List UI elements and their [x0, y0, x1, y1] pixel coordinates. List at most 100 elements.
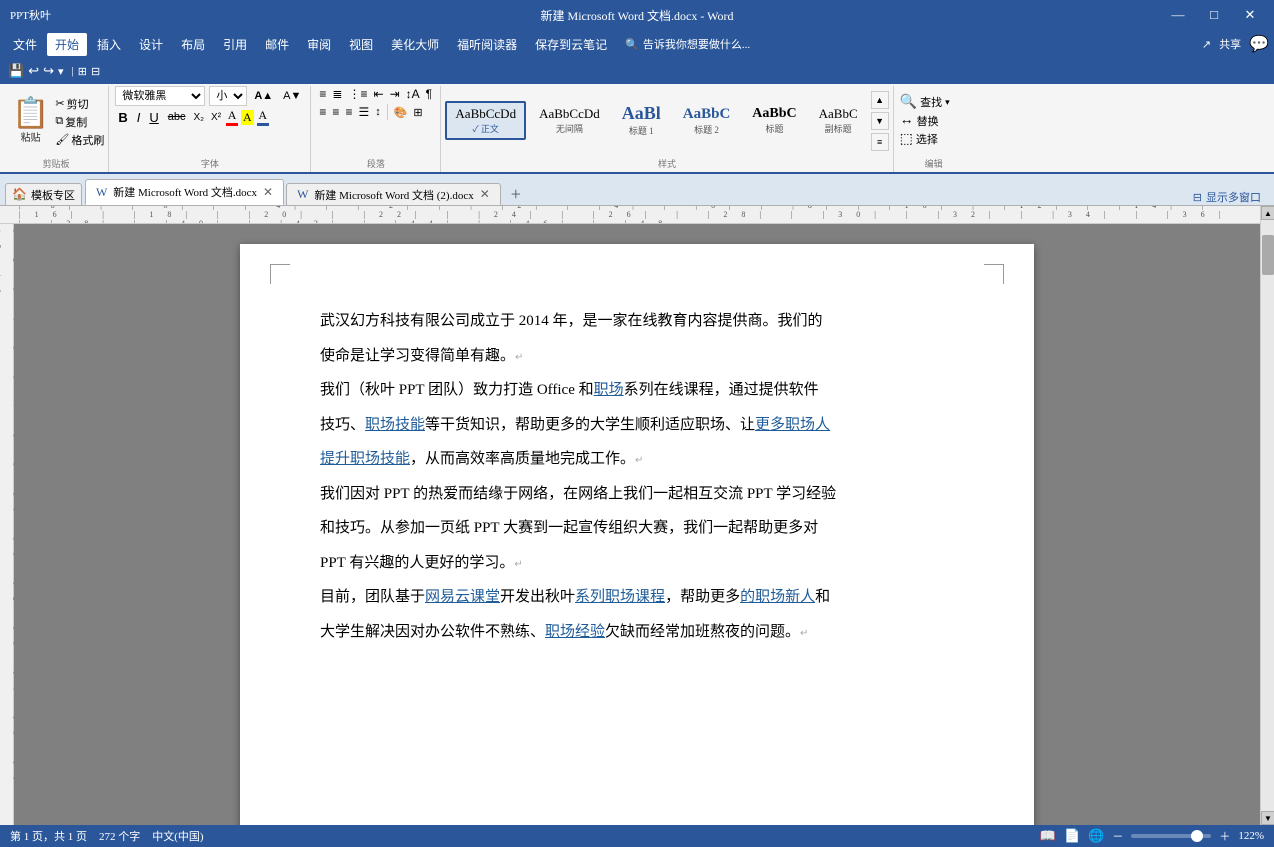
- app-name: PPT秋叶: [10, 7, 51, 23]
- qat-undo[interactable]: ↩: [28, 63, 39, 79]
- ruler-numbers: | 8| | | 6| | | 4| | | 2| | | |2| | |4| …: [19, 206, 1255, 224]
- replace-button[interactable]: ↔替换: [900, 113, 968, 129]
- underline-button[interactable]: U: [146, 109, 161, 126]
- copy-button[interactable]: ⧉复制: [55, 114, 104, 130]
- increase-indent-button[interactable]: ⇥: [388, 86, 402, 102]
- menu-reader[interactable]: 福听阅读器: [449, 33, 525, 56]
- italic-button[interactable]: I: [134, 109, 144, 126]
- style-heading[interactable]: AaBbC 标题: [743, 102, 805, 140]
- web-layout-button[interactable]: 🌐: [1088, 828, 1104, 844]
- minimize-button[interactable]: —: [1164, 5, 1192, 25]
- menu-references[interactable]: 引用: [215, 33, 255, 56]
- styles-up[interactable]: ▲: [871, 91, 889, 109]
- paragraph-5: 提升职场技能，从而高效率高质量地完成工作。↵: [320, 442, 954, 477]
- menu-file[interactable]: 文件: [5, 33, 45, 56]
- menu-review[interactable]: 审阅: [299, 33, 339, 56]
- menu-cloud-save[interactable]: 保存到云笔记: [527, 33, 615, 56]
- menu-beautify[interactable]: 美化大师: [383, 33, 447, 56]
- qat-customize[interactable]: ▾: [58, 65, 64, 78]
- tab-bar: 🏠 模板专区 W 新建 Microsoft Word 文档.docx ✕ W 新…: [0, 174, 1274, 206]
- align-center-button[interactable]: ≡: [330, 104, 341, 120]
- align-left-button[interactable]: ≡: [317, 104, 328, 120]
- qat-extra[interactable]: ⊞: [78, 65, 87, 78]
- comment-icon[interactable]: 💬: [1249, 34, 1269, 54]
- style-normal[interactable]: AaBbCcDd ✓ 正文: [445, 101, 526, 140]
- templates-area[interactable]: 🏠 模板专区: [5, 183, 82, 205]
- subscript-button[interactable]: X₂: [191, 111, 206, 124]
- page-count: 第 1 页，共 1 页: [10, 828, 87, 844]
- tab1-close[interactable]: ✕: [263, 185, 273, 200]
- paragraph-9: 目前，团队基于网易云课堂开发出秋叶系列职场课程，帮助更多的职场新人和: [320, 580, 954, 615]
- display-windows-button[interactable]: ⊟ 显示多窗口: [1185, 189, 1269, 205]
- display-windows-label: 显示多窗口: [1206, 189, 1261, 205]
- qat-save[interactable]: 💾: [8, 63, 24, 79]
- scroll-down-button[interactable]: ▼: [1261, 811, 1274, 825]
- align-right-button[interactable]: ≡: [343, 104, 354, 120]
- share-label[interactable]: 共享: [1219, 36, 1241, 52]
- language: 中文(中国): [152, 828, 203, 844]
- zoom-plus[interactable]: ＋: [1219, 828, 1230, 844]
- font-name-select[interactable]: 微软雅黑: [115, 86, 205, 106]
- superscript-button[interactable]: X²: [209, 111, 223, 124]
- highlight-color-button[interactable]: A: [241, 110, 254, 125]
- shading-button[interactable]: 🎨: [392, 105, 410, 120]
- select-button[interactable]: ⬚选择: [900, 131, 968, 148]
- format-painter-button[interactable]: 🖌格式刷: [55, 132, 104, 148]
- menu-insert[interactable]: 插入: [89, 33, 129, 56]
- style-no-spacing[interactable]: AaBbCcDd 无间隔: [530, 102, 609, 139]
- border-button[interactable]: ⊞: [411, 105, 424, 120]
- styles-more[interactable]: ≡: [871, 133, 889, 151]
- style-heading1[interactable]: AaBl 标题 1: [613, 100, 670, 141]
- font-size-select[interactable]: 小四 四 三 小三: [209, 86, 247, 106]
- styles-down[interactable]: ▼: [871, 112, 889, 130]
- maximize-button[interactable]: □: [1200, 5, 1228, 25]
- corner-tr: [984, 264, 1004, 284]
- zoom-slider[interactable]: [1131, 834, 1211, 838]
- bullets-button[interactable]: ≡: [317, 86, 328, 102]
- search-icon: 🔍: [625, 38, 639, 51]
- menu-design[interactable]: 设计: [131, 33, 171, 56]
- status-right: 📖 📄 🌐 － ＋ 122%: [1040, 828, 1264, 844]
- close-button[interactable]: ✕: [1236, 5, 1264, 25]
- read-mode-button[interactable]: 📖: [1040, 828, 1056, 844]
- menu-view[interactable]: 视图: [341, 33, 381, 56]
- line-spacing-button[interactable]: ↕: [373, 105, 383, 119]
- find-button[interactable]: 🔍查找▾: [900, 94, 968, 111]
- tab2-close[interactable]: ✕: [480, 187, 490, 202]
- sort-button[interactable]: ↕A: [404, 86, 422, 102]
- menu-layout[interactable]: 布局: [173, 33, 213, 56]
- tab-doc2[interactable]: W 新建 Microsoft Word 文档 (2).docx ✕: [286, 183, 501, 205]
- zoom-thumb: [1191, 830, 1203, 842]
- cut-button[interactable]: ✂剪切: [55, 96, 104, 112]
- style-subtitle[interactable]: AaBbC 副标题: [810, 102, 867, 139]
- qat-extra2[interactable]: ⊟: [91, 65, 100, 78]
- decrease-font-button[interactable]: A▼: [280, 89, 304, 103]
- print-layout-button[interactable]: 📄: [1064, 828, 1080, 844]
- text-shading-button[interactable]: A: [257, 108, 269, 126]
- menu-home[interactable]: 开始: [47, 33, 87, 56]
- paragraph-1: 武汉幻方科技有限公司成立于 2014 年，是一家在线教育内容提供商。我们的: [320, 304, 954, 339]
- new-tab-button[interactable]: +: [503, 183, 529, 205]
- justify-button[interactable]: ☰: [356, 104, 371, 120]
- tab-doc1[interactable]: W 新建 Microsoft Word 文档.docx ✕: [85, 179, 284, 205]
- paste-button[interactable]: 📋 粘贴: [8, 97, 53, 146]
- tab2-word-icon: W: [297, 187, 308, 202]
- style-heading2[interactable]: AaBbC 标题 2: [674, 101, 740, 140]
- scroll-up-button[interactable]: ▲: [1261, 206, 1274, 220]
- qat-redo[interactable]: ↪: [43, 63, 54, 79]
- tell-me-bar[interactable]: 🔍 告诉我你想要做什么...: [625, 36, 750, 52]
- vertical-scrollbar[interactable]: ▲ ▼: [1260, 206, 1274, 825]
- numbering-button[interactable]: ≣: [330, 86, 344, 102]
- share-icon: ↗: [1202, 38, 1211, 51]
- menu-mailings[interactable]: 邮件: [257, 33, 297, 56]
- multilevel-list-button[interactable]: ⋮≡: [346, 86, 369, 102]
- bold-button[interactable]: B: [115, 109, 130, 126]
- document-scroll[interactable]: 武汉幻方科技有限公司成立于 2014 年，是一家在线教育内容提供商。我们的 使命…: [14, 224, 1260, 825]
- scroll-thumb[interactable]: [1262, 235, 1274, 275]
- zoom-minus[interactable]: －: [1112, 828, 1123, 844]
- increase-font-button[interactable]: A▲: [251, 89, 276, 103]
- show-marks-button[interactable]: ¶: [424, 86, 434, 102]
- strikethrough-button[interactable]: abc: [165, 110, 189, 124]
- font-color-button[interactable]: A: [226, 108, 238, 126]
- decrease-indent-button[interactable]: ⇤: [372, 86, 386, 102]
